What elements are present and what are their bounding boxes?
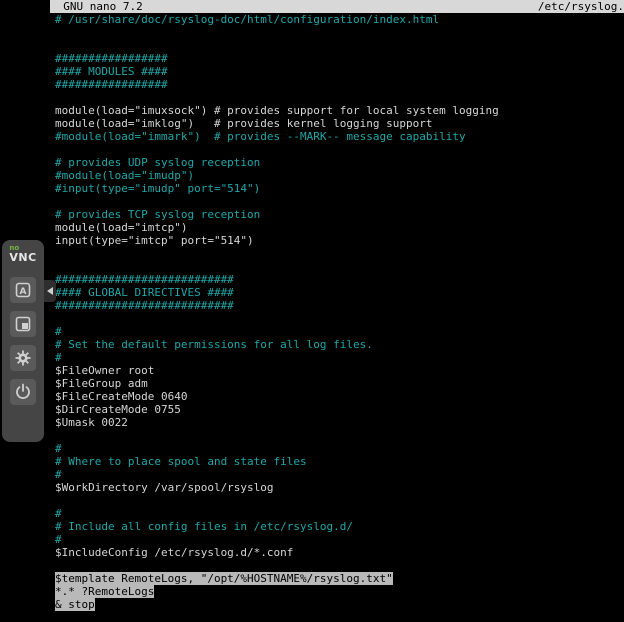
nano-filename: /etc/rsyslog. (538, 0, 624, 13)
terminal-line (55, 39, 624, 52)
terminal-line: #module(load="immark") # provides --MARK… (55, 130, 624, 143)
settings-gear-icon (14, 349, 32, 367)
terminal-line (55, 260, 624, 273)
terminal-line: # /usr/share/doc/rsyslog-doc/html/config… (55, 13, 624, 26)
terminal-line: # Include all config files in /etc/rsysl… (55, 520, 624, 533)
terminal-line: $Umask 0022 (55, 416, 624, 429)
vnc-control-bar: no VNC A (2, 240, 44, 442)
terminal-line (55, 312, 624, 325)
terminal-line (55, 559, 624, 572)
terminal-line: # Set the default permissions for all lo… (55, 338, 624, 351)
terminal-line: module(load="imtcp") (55, 221, 624, 234)
terminal-line: module(load="imklog") # provides kernel … (55, 117, 624, 130)
terminal-line: $template RemoteLogs, "/opt/%HOSTNAME%/r… (55, 572, 624, 585)
terminal-body[interactable]: # /usr/share/doc/rsyslog-doc/html/config… (50, 13, 624, 611)
terminal-line: module(load="imuxsock") # provides suppo… (55, 104, 624, 117)
extra-keys-icon: A (14, 281, 32, 299)
terminal-line (55, 429, 624, 442)
terminal-line: $DirCreateMode 0755 (55, 403, 624, 416)
nano-app-title: GNU nano 7.2 (50, 0, 143, 13)
terminal-line: ########################### (55, 299, 624, 312)
terminal-line: ########################### (55, 273, 624, 286)
terminal-line: input(type="imtcp" port="514") (55, 234, 624, 247)
collapse-arrow-icon (47, 287, 53, 295)
terminal-window[interactable]: GNU nano 7.2 /etc/rsyslog. # /usr/share/… (50, 0, 624, 622)
terminal-line (55, 143, 624, 156)
terminal-line (55, 195, 624, 208)
terminal-line: #### GLOBAL DIRECTIVES #### (55, 286, 624, 299)
fullscreen-icon (14, 315, 32, 333)
control-bar-handle[interactable] (44, 280, 56, 302)
power-icon (14, 383, 32, 401)
terminal-line: # provides UDP syslog reception (55, 156, 624, 169)
disconnect-button[interactable] (10, 379, 36, 405)
novnc-logo: no VNC (9, 245, 36, 263)
terminal-line: #module(load="imudp") (55, 169, 624, 182)
terminal-line: $FileGroup adm (55, 377, 624, 390)
nano-titlebar: GNU nano 7.2 /etc/rsyslog. (50, 0, 624, 13)
terminal-line: *.* ?RemoteLogs (55, 585, 624, 598)
settings-button[interactable] (10, 345, 36, 371)
terminal-line: & stop (55, 598, 624, 611)
terminal-line: # (55, 351, 624, 364)
novnc-logo-vnc: VNC (9, 252, 36, 263)
fullscreen-button[interactable] (10, 311, 36, 337)
terminal-line: ################# (55, 52, 624, 65)
terminal-line (55, 91, 624, 104)
extra-keys-button[interactable]: A (10, 277, 36, 303)
terminal-line: $FileCreateMode 0640 (55, 390, 624, 403)
terminal-line: # (55, 533, 624, 546)
terminal-line: # (55, 468, 624, 481)
terminal-line: $FileOwner root (55, 364, 624, 377)
terminal-line: $IncludeConfig /etc/rsyslog.d/*.conf (55, 546, 624, 559)
terminal-line: $WorkDirectory /var/spool/rsyslog (55, 481, 624, 494)
terminal-line: # (55, 442, 624, 455)
terminal-line (55, 26, 624, 39)
svg-text:A: A (20, 287, 27, 297)
terminal-line (55, 247, 624, 260)
terminal-line: # Where to place spool and state files (55, 455, 624, 468)
terminal-line: # provides TCP syslog reception (55, 208, 624, 221)
terminal-line (55, 494, 624, 507)
terminal-line: #### MODULES #### (55, 65, 624, 78)
terminal-line: # (55, 325, 624, 338)
terminal-line: ################# (55, 78, 624, 91)
terminal-line: # (55, 507, 624, 520)
terminal-line: #input(type="imudp" port="514") (55, 182, 624, 195)
